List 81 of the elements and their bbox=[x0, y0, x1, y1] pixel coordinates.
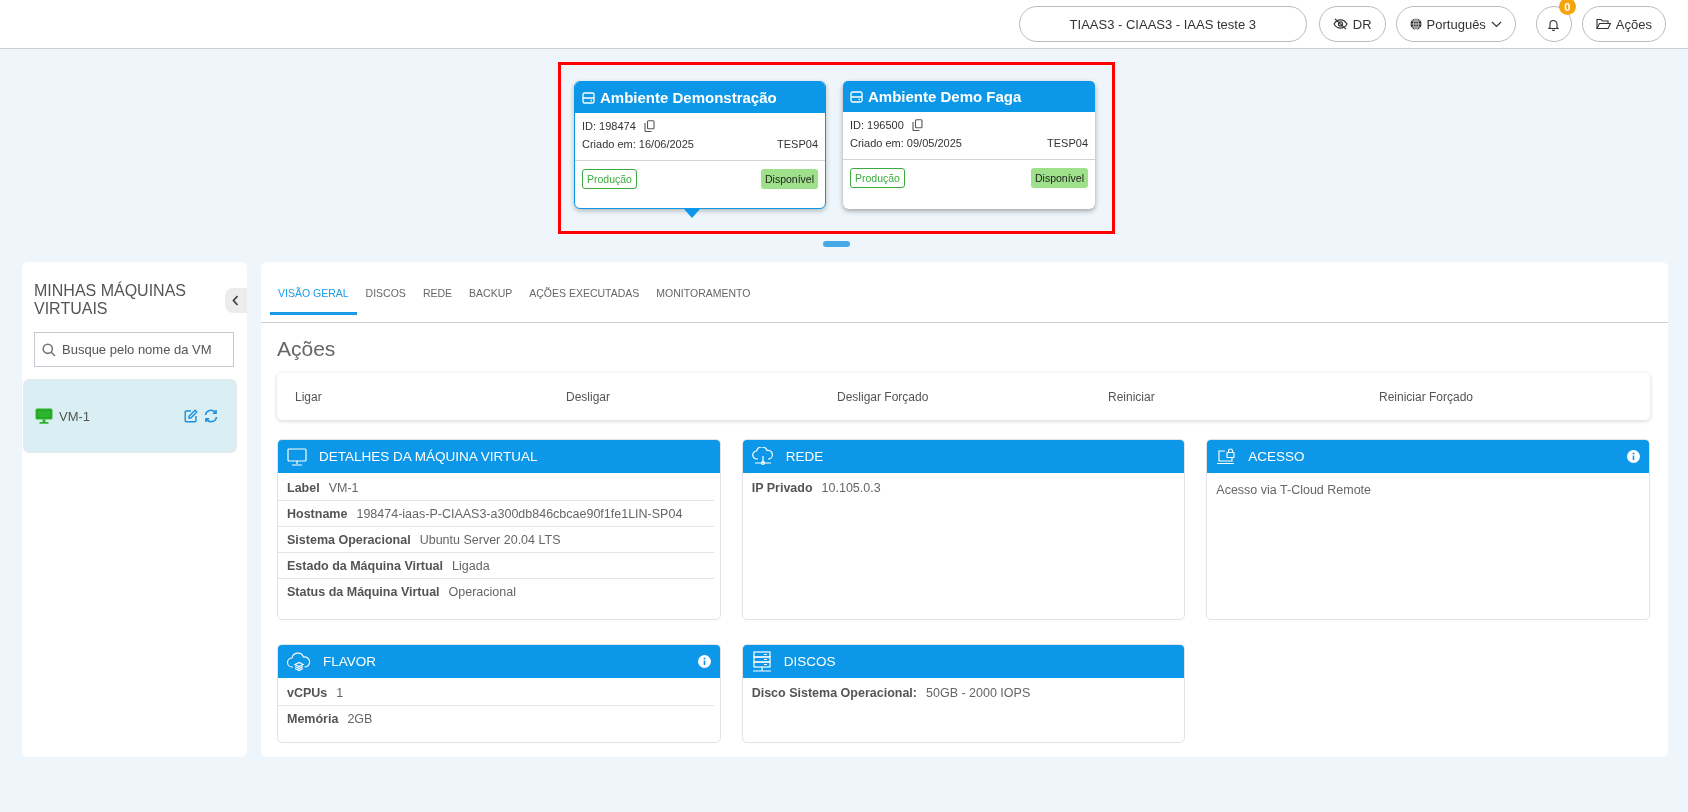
panel-title: FLAVOR bbox=[323, 654, 376, 669]
dr-button[interactable]: DR bbox=[1318, 6, 1386, 42]
field-value: 10.105.0.3 bbox=[821, 480, 881, 495]
pointer-arrow bbox=[684, 209, 700, 218]
vm-list-item[interactable]: VM-1 bbox=[23, 379, 237, 453]
field-value: 2GB bbox=[347, 711, 373, 726]
environment-id: ID: 196500 bbox=[850, 119, 904, 131]
action-button[interactable]: Reiniciar Forçado bbox=[1379, 389, 1474, 404]
edit-icon[interactable] bbox=[184, 409, 198, 423]
copy-icon[interactable] bbox=[643, 120, 655, 132]
field-label: Disco Sistema Operacional: bbox=[751, 685, 917, 700]
field-label: vCPUs bbox=[287, 685, 328, 700]
creation-date: Criado em: 16/06/2025 bbox=[582, 138, 694, 150]
chevron-left-icon bbox=[232, 294, 240, 306]
panel-title: REDE bbox=[785, 449, 824, 464]
cloud-network-icon bbox=[751, 446, 774, 467]
field-label: IP Privado bbox=[751, 480, 813, 495]
refresh-icon[interactable] bbox=[204, 409, 218, 423]
server-stack-icon bbox=[751, 650, 772, 673]
field-label: Sistema Operacional bbox=[287, 532, 411, 547]
field-value: 50GB - 2000 IOPS bbox=[926, 685, 1031, 700]
environment-type-tag: Produção bbox=[582, 169, 637, 189]
field-label: Memória bbox=[287, 711, 339, 726]
environment-name: Ambiente Demonstração bbox=[600, 89, 777, 106]
field-label: Estado da Máquina Virtual bbox=[287, 558, 444, 573]
tab[interactable]: AÇÕES EXECUTADAS bbox=[521, 262, 648, 315]
panel-text: Acesso via T-Cloud Remote bbox=[1215, 482, 1373, 499]
monitor-icon bbox=[35, 408, 53, 424]
bell-icon bbox=[1548, 17, 1560, 31]
globe-icon bbox=[1409, 18, 1422, 30]
tab[interactable]: REDE bbox=[414, 262, 461, 315]
search-icon bbox=[42, 343, 56, 357]
server-icon bbox=[582, 91, 595, 104]
status-tag: Disponível bbox=[1030, 168, 1088, 188]
project-selector[interactable]: TIAAS3 - CIAAS3 - IAAS teste 3 bbox=[1018, 6, 1307, 42]
info-icon[interactable] bbox=[1627, 450, 1640, 463]
panel-title: DISCOS bbox=[783, 654, 836, 669]
tab[interactable]: BACKUP bbox=[461, 262, 521, 315]
monitor-icon bbox=[287, 447, 307, 466]
environment-name: Ambiente Demo Faga bbox=[868, 88, 1022, 105]
panel-title: ACESSO bbox=[1248, 449, 1305, 464]
cloud-stack-icon bbox=[287, 651, 311, 672]
creation-date: Criado em: 09/05/2025 bbox=[850, 137, 962, 149]
chevron-down-icon bbox=[1490, 20, 1502, 28]
field-value: VM-1 bbox=[328, 480, 359, 495]
panel-title: DETALHES DA MÁQUINA VIRTUAL bbox=[319, 449, 538, 464]
vm-name: VM-1 bbox=[59, 408, 91, 424]
environment-id: ID: 198474 bbox=[582, 120, 636, 132]
collapse-button[interactable] bbox=[224, 287, 247, 313]
carousel-indicator[interactable] bbox=[823, 241, 850, 247]
actions-button[interactable]: Ações bbox=[1581, 6, 1666, 42]
field-value: Operacional bbox=[448, 584, 516, 599]
action-button[interactable]: Desligar Forçado bbox=[837, 389, 929, 404]
action-button[interactable]: Reiniciar bbox=[1108, 389, 1155, 404]
status-tag: Disponível bbox=[760, 169, 818, 189]
field-value: 198474-iaas-P-CIAAS3-a300db846cbcae90f1fe1LIN-SP04 bbox=[356, 506, 683, 521]
environment-card[interactable]: Ambiente Demo Faga ID: 196500 Criado em: 09/05/2025 TESP04 Produção Disponível bbox=[843, 81, 1095, 209]
tab[interactable]: MONITORAMENTO bbox=[648, 262, 759, 315]
info-icon[interactable] bbox=[697, 655, 711, 668]
search-field[interactable]: Busque pelo nome da VM bbox=[34, 332, 234, 367]
laptop-lock-icon bbox=[1216, 447, 1237, 466]
section-title: Ações bbox=[277, 337, 337, 361]
tab[interactable]: DISCOS bbox=[357, 262, 414, 315]
eye-slash-icon bbox=[1332, 18, 1348, 30]
folder-icon bbox=[1595, 18, 1611, 30]
field-value: Ubuntu Server 20.04 LTS bbox=[419, 532, 561, 547]
sidebar-title: MINHAS MÁQUINAS VIRTUAIS bbox=[34, 282, 187, 318]
region-code: TESP04 bbox=[1047, 137, 1088, 149]
field-value: 1 bbox=[336, 685, 344, 700]
field-label: Label bbox=[287, 480, 320, 495]
server-icon bbox=[850, 90, 863, 103]
action-button[interactable]: Desligar bbox=[566, 389, 610, 404]
region-code: TESP04 bbox=[777, 138, 818, 150]
action-button[interactable]: Ligar bbox=[295, 389, 322, 404]
field-label: Hostname bbox=[287, 506, 348, 521]
environment-type-tag: Produção bbox=[850, 168, 905, 188]
field-label: Status da Máquina Virtual bbox=[287, 584, 440, 599]
language-selector[interactable]: Português bbox=[1395, 6, 1516, 42]
environment-card[interactable]: Ambiente Demonstração ID: 198474 Criado em: 16/06/2025 TESP04 Produção Disponível bbox=[574, 81, 826, 209]
field-value: Ligada bbox=[452, 558, 490, 573]
copy-icon[interactable] bbox=[911, 119, 923, 131]
